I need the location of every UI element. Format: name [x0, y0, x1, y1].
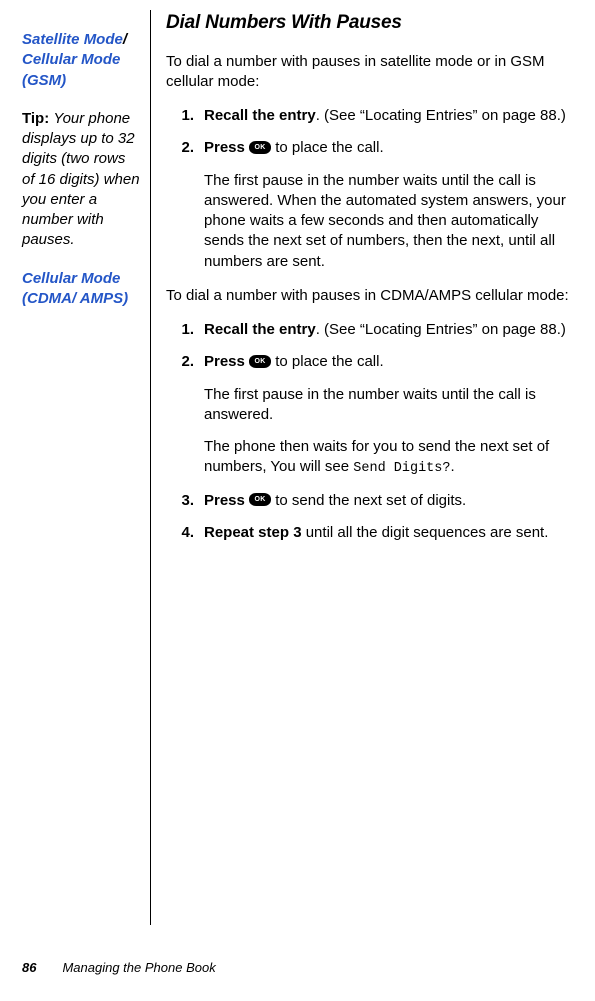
step-item: 2. Press OK to place the call. The first…	[166, 352, 573, 478]
tip-block: Tip: Your phone displays up to 32 digits…	[22, 109, 140, 251]
mode-separator: /	[123, 31, 127, 48]
step-rest: to send the next set of digits.	[271, 492, 466, 509]
page-number: 86	[22, 960, 36, 975]
step-item: 3. Press OK to send the next set of digi…	[166, 491, 573, 511]
ok-button-icon: OK	[249, 355, 271, 368]
ok-button-icon: OK	[249, 141, 271, 154]
mode-cellular-cdma: Cellular Mode (CDMA/ AMPS)	[22, 270, 128, 307]
ok-button-icon: OK	[249, 493, 271, 506]
step-rest: until all the digit sequences are sent.	[302, 524, 549, 541]
step-number: 3.	[166, 491, 204, 511]
step-number: 2.	[166, 138, 204, 272]
mode-satellite: Satellite Mode	[22, 31, 123, 48]
step-subtext: The first pause in the number waits unti…	[204, 171, 573, 272]
step-lead: Press	[204, 492, 249, 509]
step-content: Press OK to place the call. The first pa…	[204, 352, 573, 478]
step-lead: Repeat step 3	[204, 524, 302, 541]
step-number: 2.	[166, 352, 204, 478]
step-content: Recall the entry. (See “Locating Entries…	[204, 320, 573, 340]
step-item: 1. Recall the entry. (See “Locating Entr…	[166, 320, 573, 340]
step-number: 1.	[166, 106, 204, 126]
section-heading: Dial Numbers With Pauses	[166, 10, 573, 36]
tip-text: Your phone displays up to 32 digits (two…	[22, 110, 140, 249]
step-rest: . (See “Locating Entries” on page 88.)	[316, 321, 566, 338]
sidebar: Satellite Mode/ Cellular Mode (GSM) Tip:…	[0, 10, 150, 925]
step-content: Repeat step 3 until all the digit sequen…	[204, 523, 573, 543]
section1-steps: 1. Recall the entry. (See “Locating Entr…	[166, 106, 573, 272]
section2-intro: To dial a number with pauses in CDMA/AMP…	[166, 286, 573, 306]
step-item: 1. Recall the entry. (See “Locating Entr…	[166, 106, 573, 126]
section1-intro: To dial a number with pauses in satellit…	[166, 52, 573, 93]
step-rest: to place the call.	[271, 353, 384, 370]
section2-steps: 1. Recall the entry. (See “Locating Entr…	[166, 320, 573, 543]
step-content: Press OK to place the call. The first pa…	[204, 138, 573, 272]
step-item: 4. Repeat step 3 until all the digit seq…	[166, 523, 573, 543]
step-content: Recall the entry. (See “Locating Entries…	[204, 106, 573, 126]
step-content: Press OK to send the next set of digits.	[204, 491, 573, 511]
page-footer: 86 Managing the Phone Book	[22, 960, 216, 975]
step-lead: Recall the entry	[204, 321, 316, 338]
step-number: 4.	[166, 523, 204, 543]
mode-label-satellite-gsm: Satellite Mode/ Cellular Mode (GSM)	[22, 30, 140, 91]
step-number: 1.	[166, 320, 204, 340]
step-subtext: The first pause in the number waits unti…	[204, 385, 573, 426]
chapter-title: Managing the Phone Book	[62, 960, 215, 975]
step-rest: . (See “Locating Entries” on page 88.)	[316, 107, 566, 124]
columns: Satellite Mode/ Cellular Mode (GSM) Tip:…	[0, 0, 595, 925]
step-lead: Press	[204, 139, 249, 156]
step-item: 2. Press OK to place the call. The first…	[166, 138, 573, 272]
step-lead: Recall the entry	[204, 107, 316, 124]
page: Satellite Mode/ Cellular Mode (GSM) Tip:…	[0, 0, 595, 1001]
mode-label-cdma-amps: Cellular Mode (CDMA/ AMPS)	[22, 269, 140, 310]
main-content: Dial Numbers With Pauses To dial a numbe…	[151, 10, 595, 925]
mode-cellular-gsm: Cellular Mode (GSM)	[22, 51, 120, 88]
step-lead: Press	[204, 353, 249, 370]
step-subtext: The phone then waits for you to send the…	[204, 437, 573, 478]
step-subtext-b: .	[450, 458, 454, 475]
step-rest: to place the call.	[271, 139, 384, 156]
lcd-text: Send Digits?	[353, 461, 450, 476]
tip-label: Tip:	[22, 110, 53, 127]
